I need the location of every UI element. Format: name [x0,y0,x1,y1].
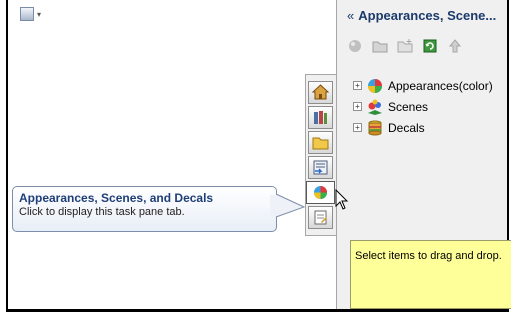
expand-icon[interactable]: + [353,123,362,132]
pane-title: « Appearances, Scene... [347,8,496,26]
tab-file-explorer[interactable] [308,131,333,154]
chevron-down-icon: ▾ [37,9,42,19]
tree-item-label: Appearances(color) [388,78,493,93]
open-folder-button[interactable] [372,38,388,54]
display-style-button[interactable]: ▾ [20,6,46,22]
sphere-icon [349,40,361,52]
tab-custom-properties[interactable] [308,206,333,229]
pane-toolbar [347,36,463,56]
sphere-button[interactable] [347,38,363,54]
design-library-icon [314,111,327,124]
tree-item-decals[interactable]: + Decals [353,117,493,138]
new-folder-icon [397,39,413,53]
appearance-tree: + Appearances(color) + Scenes + Decals [353,75,493,138]
tab-appearances-scenes-decals[interactable] [306,181,335,204]
tree-item-scenes[interactable]: + Scenes [353,96,493,117]
task-pane-tab-strip [305,74,336,236]
refresh-icon [423,39,437,53]
graphics-area[interactable]: ▾ [8,0,311,309]
tooltip-title: Appearances, Scenes, and Decals [19,191,214,205]
tab-design-library[interactable] [308,106,333,129]
custom-properties-icon [314,210,327,225]
appearances-icon [314,186,327,199]
task-pane: « Appearances, Scene... + Appearances(col… [336,0,511,309]
open-folder-icon [372,41,388,53]
file-explorer-icon [312,137,329,150]
decal-stack-icon [368,120,382,135]
pane-title-text: Appearances, Scene... [358,8,497,23]
tooltip-body: Click to display this task pane tab. [19,206,185,218]
tree-item-appearances[interactable]: + Appearances(color) [353,75,493,96]
new-folder-button[interactable] [397,38,413,54]
expand-icon[interactable]: + [353,81,362,90]
appearance-ball-icon [368,78,382,93]
scene-icon [368,99,382,115]
refresh-button[interactable] [422,38,438,54]
hint-text: Select items to drag and drop. [355,250,502,262]
home-icon [312,84,329,100]
tab-view-palette[interactable] [308,156,333,179]
view-palette-icon [313,160,328,175]
tooltip-pointer [270,193,306,218]
tree-item-label: Decals [388,120,425,135]
expand-icon[interactable]: + [353,102,362,111]
tab-solidworks-resources[interactable] [308,81,333,104]
tree-item-label: Scenes [388,99,429,114]
application-window: ▾ « Appearances, Scene... + Appearances(… [6,0,511,312]
display-style-icon [20,7,34,21]
collapse-icon[interactable]: « [347,8,354,23]
tab-tooltip: Appearances, Scenes, and Decals Click to… [12,186,277,232]
up-arrow-icon [448,39,462,53]
drag-drop-hint: Select items to drag and drop. [350,240,511,309]
mouse-cursor-icon [335,189,349,210]
up-button[interactable] [447,38,463,54]
